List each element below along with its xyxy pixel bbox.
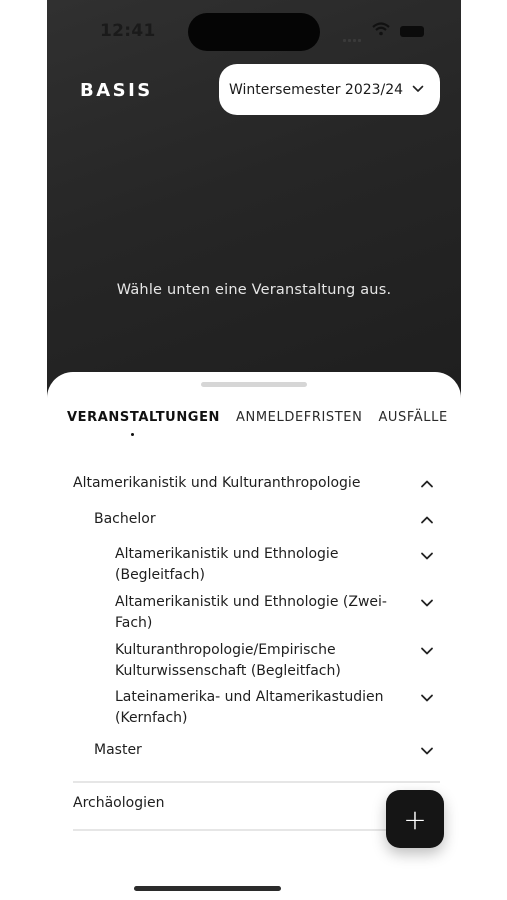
status-time: 12:41 bbox=[100, 21, 156, 41]
tab-bar: VERANSTALTUNGEN ANMELDEFRISTEN AUSFÄLLE bbox=[67, 410, 461, 436]
semester-dropdown[interactable]: Wintersemester 2023/24 bbox=[219, 64, 440, 115]
tree-degree-label: Master bbox=[94, 742, 142, 758]
tree-program-line-2: Kulturwissenschaft (Begleitfach) bbox=[115, 663, 341, 679]
chevron-down-icon[interactable] bbox=[419, 548, 435, 564]
cellular-signal-icon bbox=[343, 27, 363, 46]
bottom-sheet: VERANSTALTUNGEN ANMELDEFRISTEN AUSFÄLLE … bbox=[47, 372, 461, 900]
dynamic-island bbox=[188, 13, 320, 51]
home-indicator bbox=[134, 886, 281, 891]
tab-anmeldefristen[interactable]: ANMELDEFRISTEN bbox=[236, 410, 362, 425]
app-brand: BASIS bbox=[80, 80, 153, 101]
tree-faculty-label: Archäologien bbox=[73, 795, 165, 811]
chevron-down-icon bbox=[412, 85, 424, 92]
tree-faculty-label: Altamerikanistik und Kulturanthropologie bbox=[73, 475, 361, 491]
tree-program-line-1: Altamerikanistik und Ethnologie (Zwei- bbox=[115, 594, 387, 610]
empty-state-hint: Wähle unten eine Veranstaltung aus. bbox=[116, 282, 392, 298]
tree-degree-label: Bachelor bbox=[94, 511, 156, 527]
list-divider bbox=[73, 829, 440, 831]
chevron-down-icon[interactable] bbox=[419, 643, 435, 659]
tree-program-line-2: (Begleitfach) bbox=[115, 567, 205, 583]
tree-program-line-1: Lateinamerika- und Altamerikastudien bbox=[115, 689, 384, 705]
hero-panel: 12:41 BASIS Wintersemester 2023/24 Wähle… bbox=[47, 0, 461, 420]
sheet-grabber[interactable] bbox=[201, 382, 307, 387]
tree-program-line-2: Fach) bbox=[115, 615, 153, 631]
active-tab-indicator bbox=[131, 433, 134, 436]
add-button[interactable]: + bbox=[386, 790, 444, 848]
chevron-down-icon[interactable] bbox=[419, 690, 435, 706]
list-divider bbox=[73, 781, 440, 783]
tree-program-line-1: Kulturanthropologie/Empirische bbox=[115, 642, 336, 658]
tree-program-line-1: Altamerikanistik und Ethnologie bbox=[115, 546, 339, 562]
tab-ausfaelle[interactable]: AUSFÄLLE bbox=[378, 410, 447, 425]
semester-dropdown-value: Wintersemester 2023/24 bbox=[229, 81, 404, 98]
wifi-icon bbox=[372, 22, 390, 36]
chevron-down-icon[interactable] bbox=[419, 595, 435, 611]
tree-program-line-2: (Kernfach) bbox=[115, 710, 188, 726]
plus-icon: + bbox=[403, 802, 427, 836]
chevron-up-icon[interactable] bbox=[419, 476, 435, 492]
phone-screen: 12:41 BASIS Wintersemester 2023/24 Wähle… bbox=[47, 0, 461, 900]
chevron-down-icon[interactable] bbox=[419, 743, 435, 759]
chevron-up-icon[interactable] bbox=[419, 512, 435, 528]
tab-veranstaltungen[interactable]: VERANSTALTUNGEN bbox=[67, 410, 220, 425]
battery-icon bbox=[400, 26, 424, 37]
